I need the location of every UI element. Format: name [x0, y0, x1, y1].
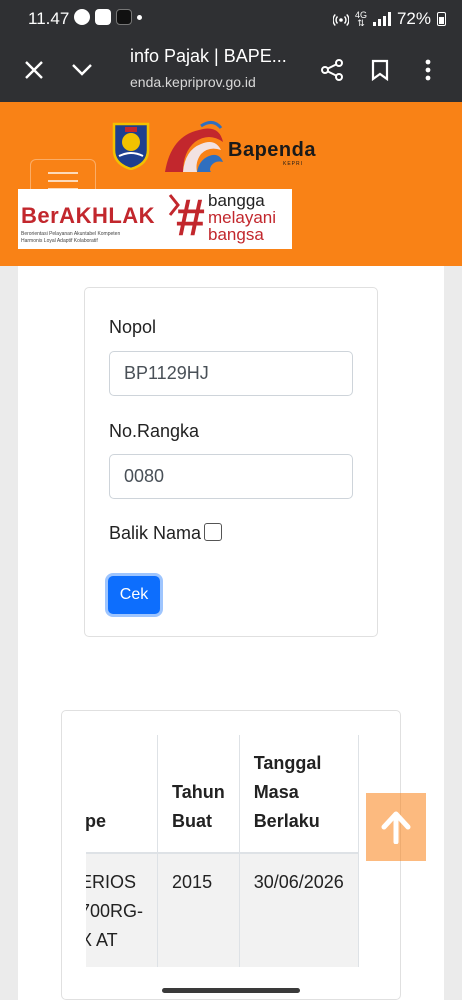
- more-notifications-dot: [137, 14, 142, 20]
- table-row: ERIOS 700RG-X AT 2015 30/06/2026: [86, 853, 359, 967]
- share-icon[interactable]: [316, 54, 348, 86]
- more-options-icon[interactable]: [412, 54, 444, 86]
- banner-subtext-2: Harmonis Loyal Adaptif Kolaboratif: [21, 238, 98, 244]
- result-card: ipe Tahun Buat Tanggal Masa Berlaku ERIO…: [61, 710, 401, 1000]
- banner-word: BerAKHLAK: [21, 203, 156, 228]
- arrow-up-icon: [381, 811, 411, 844]
- app-notification-icon: [116, 9, 132, 25]
- page-title: info Pajak | BAPE...: [130, 46, 287, 66]
- nopol-label: Nopol: [109, 317, 157, 337]
- battery-percent: 72%: [396, 9, 431, 28]
- status-right: 4G ⇅ 72%: [332, 9, 446, 29]
- result-table-scroll[interactable]: ipe Tahun Buat Tanggal Masa Berlaku ERIO…: [86, 735, 378, 975]
- banner-hash: #: [176, 189, 205, 247]
- balik-nama-label: Balik Nama: [109, 523, 202, 543]
- table-cell: 2015: [157, 853, 240, 967]
- table-header-row: ipe Tahun Buat Tanggal Masa Berlaku: [86, 735, 359, 853]
- bookmark-icon[interactable]: [364, 54, 396, 86]
- tax-check-form: Nopol No.Rangka Balik Nama Cek: [84, 287, 378, 637]
- table-cell: 30/06/2026: [239, 853, 359, 967]
- nopol-input[interactable]: [109, 351, 353, 396]
- balik-nama-checkbox[interactable]: [204, 523, 223, 541]
- status-time: 11.47: [28, 9, 70, 28]
- column-header: Tahun Buat: [157, 735, 240, 853]
- rangka-input[interactable]: [109, 454, 353, 499]
- banner-subtext-1: Berorientasi Pelayanan Akuntabel Kompete…: [21, 231, 121, 237]
- facebook-icon: [74, 9, 90, 25]
- signal-icon: [372, 12, 391, 26]
- brand-name: Bapenda: [228, 139, 316, 161]
- balik-nama-row: Balik Nama: [109, 523, 223, 544]
- column-header: Tanggal Masa Berlaku: [239, 735, 359, 853]
- battery-icon: [437, 12, 446, 26]
- scroll-to-top-button[interactable]: [366, 793, 426, 861]
- bapenda-logo[interactable]: Bapenda KEPRI: [161, 116, 326, 176]
- notification-icons: [74, 9, 142, 25]
- column-header: ipe: [86, 735, 159, 853]
- gallery-icon: [95, 9, 111, 25]
- kepri-emblem-icon: [112, 122, 150, 170]
- browser-toolbar: info Pajak | BAPE... enda.kepriprov.go.i…: [0, 38, 462, 102]
- cek-button[interactable]: Cek: [108, 576, 160, 614]
- berakhlak-banner: BerAKHLAK Berorientasi Pelayanan Akuntab…: [18, 189, 292, 249]
- rangka-label: No.Rangka: [109, 421, 200, 441]
- status-bar: 11.47 4G ⇅ 72%: [0, 0, 462, 38]
- page-url[interactable]: enda.kepriprov.go.id: [130, 74, 256, 90]
- chevron-down-icon[interactable]: [66, 54, 98, 86]
- banner-line-3: bangsa: [208, 225, 264, 244]
- close-icon[interactable]: [18, 54, 50, 86]
- gesture-bar[interactable]: [162, 988, 300, 993]
- site-header: Bapenda KEPRI BerAKHLAK Berorientasi Pel…: [0, 102, 462, 266]
- brand-subtitle: KEPRI: [283, 161, 304, 167]
- hotspot-icon: [332, 14, 349, 26]
- result-table: ipe Tahun Buat Tanggal Masa Berlaku ERIO…: [86, 735, 359, 967]
- table-cell: ERIOS 700RG-X AT: [86, 853, 159, 967]
- network-type: 4G ⇅: [354, 10, 367, 28]
